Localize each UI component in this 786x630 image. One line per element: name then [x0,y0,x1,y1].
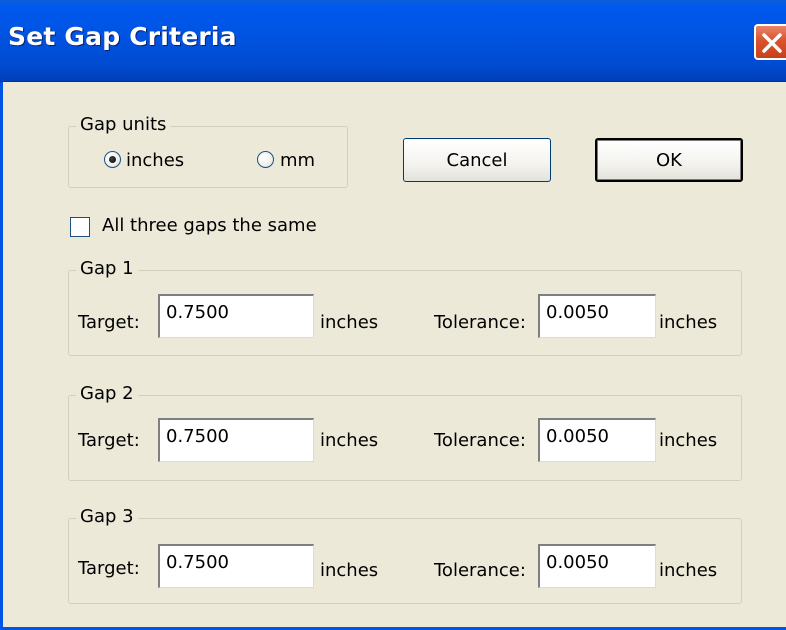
mm-radio-label[interactable]: mm [280,150,315,171]
gap-1-tolerance-unit: inches [659,312,718,333]
gap-1-target-unit: inches [320,312,379,333]
gap-1-tolerance-input[interactable]: 0.0050 [538,294,656,338]
ok-button[interactable]: OK [595,138,743,182]
gap-2-legend: Gap 2 [76,383,138,404]
gap-1-target-label: Target: [78,312,140,333]
gap-1-target-input[interactable]: 0.7500 [158,294,314,338]
gap-3-target-label: Target: [78,558,140,579]
gap-1-tolerance-label: Tolerance: [434,312,526,333]
close-x-icon [762,33,782,53]
gap-2-target-input[interactable]: 0.7500 [158,418,314,462]
gap-3-target-unit: inches [320,560,379,581]
gap-2-tolerance-unit: inches [659,430,718,451]
gap-2-target-label: Target: [78,430,140,451]
window-title: Set Gap Criteria [8,22,237,51]
gap-3-tolerance-label: Tolerance: [434,560,526,581]
mm-radio[interactable] [257,151,274,168]
gap-units-legend: Gap units [76,114,171,135]
inches-radio[interactable] [104,151,121,168]
gap-3-tolerance-unit: inches [659,560,718,581]
gap-3-legend: Gap 3 [76,506,138,527]
gap-3-target-input[interactable]: 0.7500 [158,544,314,588]
all-gaps-same-label[interactable]: All three gaps the same [102,215,317,236]
gap-3-tolerance-input[interactable]: 0.0050 [538,544,656,588]
title-bar[interactable]: Set Gap Criteria [0,0,786,82]
window-frame-left [0,82,3,630]
gap-2-target-unit: inches [320,430,379,451]
inches-radio-label[interactable]: inches [126,150,184,171]
cancel-button[interactable]: Cancel [403,138,551,182]
close-button[interactable] [754,24,786,60]
gap-2-tolerance-input[interactable]: 0.0050 [538,418,656,462]
gap-1-legend: Gap 1 [76,258,138,279]
all-gaps-same-checkbox[interactable] [70,217,90,237]
gap-2-tolerance-label: Tolerance: [434,430,526,451]
